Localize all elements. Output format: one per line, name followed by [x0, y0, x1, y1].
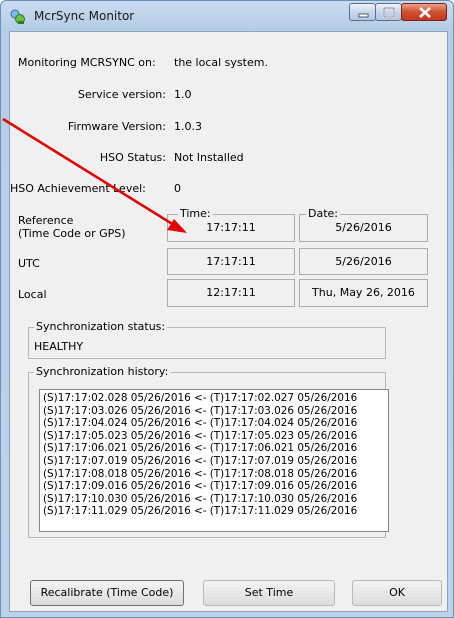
mcrsync-monitor-window: McrSync Monitor Monitoring MCRSYNC on: t…: [0, 0, 454, 618]
annotation-arrow: [2, 117, 187, 233]
